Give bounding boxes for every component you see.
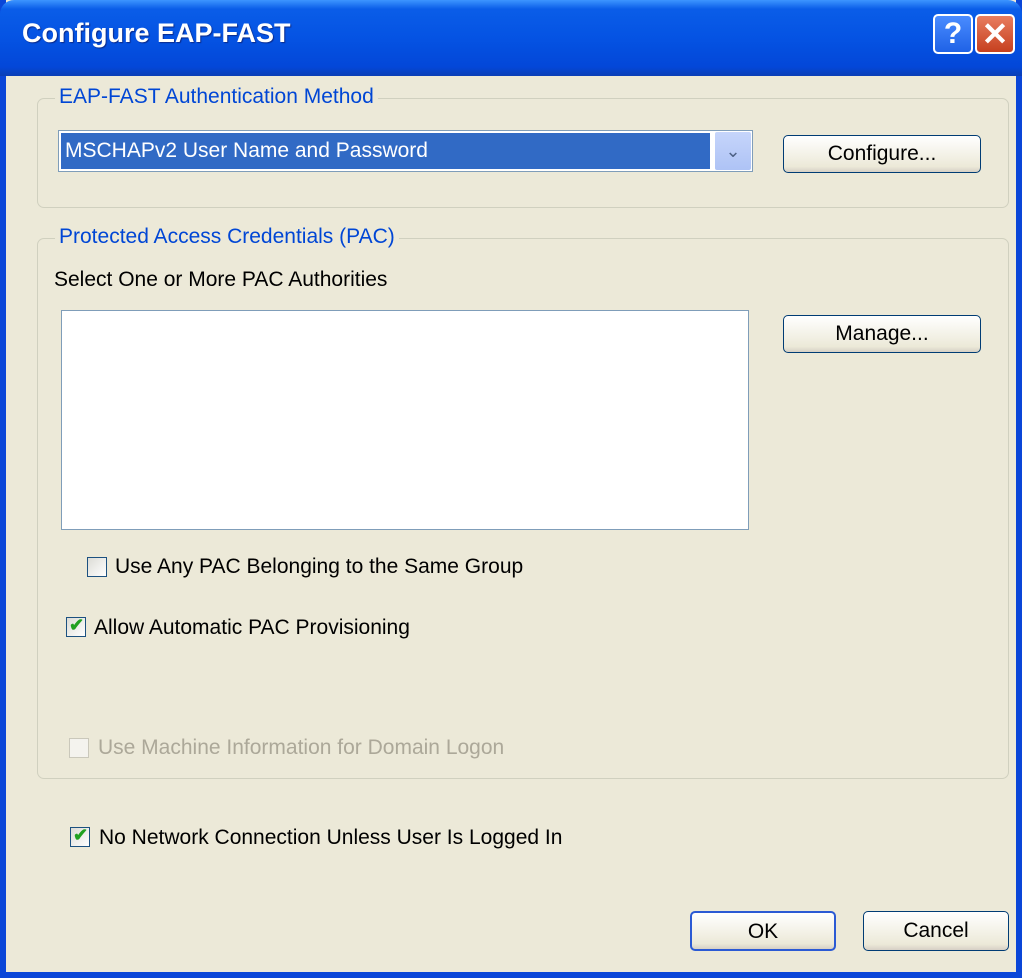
title-bar[interactable]: Configure EAP-FAST ? ✕ — [0, 0, 1022, 76]
close-icon[interactable]: ✕ — [975, 14, 1015, 54]
configure-eap-fast-dialog: Configure EAP-FAST ? ✕ EAP-FAST Authenti… — [0, 0, 1022, 978]
no-network-label[interactable]: No Network Connection Unless User Is Log… — [99, 826, 562, 850]
machine-info-label: Use Machine Information for Domain Logon — [98, 736, 505, 759]
use-any-pac-checkbox[interactable] — [87, 557, 107, 577]
dialog-body: EAP-FAST Authentication Method MSCHAPv2 … — [6, 76, 1016, 972]
manage-button[interactable]: Manage... — [783, 315, 981, 353]
auth-method-select[interactable]: MSCHAPv2 User Name and Password ⌄ — [58, 130, 753, 172]
use-any-pac-label[interactable]: Use Any PAC Belonging to the Same Group — [115, 555, 523, 579]
pac-legend: Protected Access Credentials (PAC) — [55, 225, 399, 249]
auth-method-legend: EAP-FAST Authentication Method — [55, 85, 378, 109]
cancel-button[interactable]: Cancel — [863, 911, 1009, 951]
configure-button[interactable]: Configure... — [783, 135, 981, 173]
auth-method-selected-value: MSCHAPv2 User Name and Password — [61, 133, 710, 169]
auto-provision-checkbox[interactable] — [66, 615, 86, 637]
ok-button[interactable]: OK — [690, 911, 836, 951]
window-title: Configure EAP-FAST — [22, 18, 291, 48]
chevron-down-icon[interactable]: ⌄ — [715, 132, 751, 170]
auto-provision-label[interactable]: Allow Automatic PAC Provisioning — [94, 616, 410, 640]
no-network-checkbox[interactable] — [70, 825, 90, 847]
pac-authorities-list[interactable] — [61, 310, 749, 530]
machine-info-checkbox — [69, 738, 89, 758]
pac-select-label: Select One or More PAC Authorities — [54, 268, 388, 291]
help-icon[interactable]: ? — [933, 14, 973, 54]
